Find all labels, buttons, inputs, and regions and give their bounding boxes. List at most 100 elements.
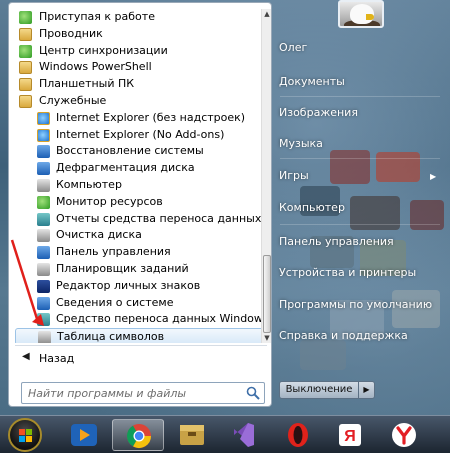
program-label: Компьютер [56,177,122,191]
program-label: Windows PowerShell [39,60,152,74]
search-icon[interactable] [246,386,260,400]
program-label: Центр синхронизации [39,43,168,57]
chrome-button[interactable] [112,419,164,451]
program-label: Дефрагментация диска [56,161,195,175]
program-label: Монитор ресурсов [56,194,163,208]
folder-icon [19,94,32,108]
program-item[interactable]: Средство переноса данных Windows [15,311,265,328]
program-item[interactable]: Сведения о системе [15,295,265,312]
start-button[interactable] [8,418,42,452]
eagle-beak [366,14,374,20]
scroll-up-arrow-icon[interactable]: ▲ [262,9,272,19]
computer-link[interactable]: Компьютер [279,196,444,220]
control-panel-link[interactable]: Панель управления [279,230,444,254]
right-panel-separator [280,224,440,225]
character-map-icon [38,331,51,343]
yandex-browser-button[interactable]: Я [324,419,376,451]
program-item[interactable]: Таблица символов [15,328,265,343]
program-item[interactable]: Internet Explorer (без надстроек) [15,110,265,127]
program-label: Приступая к работе [39,10,155,23]
folder-icon [19,78,32,92]
program-item[interactable]: Отчеты средства переноса данных Windows [15,211,265,228]
program-item[interactable]: Центр синхронизации [15,43,265,60]
program-item[interactable]: Редактор личных знаков [15,278,265,295]
program-label: Отчеты средства переноса данных Windows [56,211,265,225]
program-item[interactable]: Windows PowerShell [15,59,265,76]
program-label: Internet Explorer (без надстроек) [56,110,246,124]
program-item[interactable]: Проводник [15,26,265,43]
media-player-button[interactable] [58,419,110,451]
internet-explorer-icon [37,111,50,125]
program-item[interactable]: Планировщик заданий [15,261,265,278]
program-label: Очистка диска [56,228,142,242]
start-menu-programs-panel: Приступая к работе Проводник Центр синхрон… [8,2,272,407]
opera-icon [288,423,308,447]
chrome-icon [127,424,151,449]
char-editor-icon [37,279,50,293]
folder-icon [19,27,32,41]
resource-monitor-icon [37,195,50,209]
archive-icon [180,425,204,445]
shutdown-button[interactable]: Выключение [279,381,359,399]
back-arrow-icon: ◀ [22,351,30,362]
scroll-down-arrow-icon[interactable]: ▼ [262,333,272,343]
program-item[interactable]: Служебные [15,93,265,110]
opera-button[interactable] [272,419,324,451]
program-item[interactable]: Дефрагментация диска [15,160,265,177]
scroll-thumb[interactable] [263,255,271,333]
all-programs-list: Приступая к работе Проводник Центр синхрон… [15,9,265,343]
visual-studio-button[interactable] [218,419,270,451]
default-programs-link[interactable]: Программы по умолчанию [279,293,444,317]
task-scheduler-icon [37,262,50,276]
program-label: Планшетный ПК [39,77,135,91]
media-player-icon [71,424,97,446]
games-link[interactable]: Игры [279,164,444,188]
program-label: Восстановление системы [56,144,204,158]
user-avatar[interactable] [338,0,384,28]
shutdown-options-arrow-icon[interactable]: ▶ [359,381,375,399]
program-label: Панель управления [56,245,171,259]
right-panel-separator [280,96,440,97]
program-item[interactable]: Восстановление системы [15,143,265,160]
program-item[interactable]: Планшетный ПК [15,76,265,93]
program-item[interactable]: Компьютер [15,177,265,194]
program-item[interactable]: Internet Explorer (No Add-ons) [15,127,265,144]
internet-explorer-icon [37,128,50,142]
search-input[interactable]: Найти программы и файлы [21,382,265,404]
program-label: Сведения о системе [56,295,174,309]
user-name-link[interactable]: Олег [279,36,444,60]
program-label: Таблица символов [57,330,165,343]
folder-icon [19,61,32,75]
documents-link[interactable]: Документы [279,70,444,94]
program-item[interactable]: Очистка диска [15,227,265,244]
taskbar: Я [0,415,450,453]
program-label: Internet Explorer (No Add-ons) [56,127,225,141]
right-panel-separator [280,158,440,159]
program-label: Планировщик заданий [56,261,189,275]
yandex-button[interactable] [378,419,430,451]
devices-printers-link[interactable]: Устройства и принтеры [279,261,444,285]
archive-button[interactable] [166,419,218,451]
svg-text:Я: Я [344,428,356,445]
games-submenu-arrow-icon: ▶ [430,172,437,181]
program-label: Проводник [39,26,103,40]
program-item[interactable]: Приступая к работе [15,9,265,26]
yandex-y-icon [392,423,416,447]
back-label: Назад [39,352,75,365]
disk-cleanup-icon [37,229,50,243]
help-support-link[interactable]: Справка и поддержка [279,324,444,348]
programs-scrollbar[interactable]: ▲ ▼ [261,9,271,343]
program-label: Служебные [39,93,107,107]
yandex-icon: Я [339,424,361,446]
program-item[interactable]: Панель управления [15,244,265,261]
program-item[interactable]: Монитор ресурсов [15,194,265,211]
program-label: Средство переноса данных Windows [56,312,265,326]
defrag-icon [37,162,50,176]
program-label: Редактор личных знаков [56,278,201,292]
sync-center-icon [19,44,32,58]
pictures-link[interactable]: Изображения [279,101,444,125]
computer-icon [37,178,50,192]
music-link[interactable]: Музыка [279,132,444,156]
easy-transfer-icon [37,313,50,327]
back-button[interactable]: ◀ Назад [15,348,267,370]
